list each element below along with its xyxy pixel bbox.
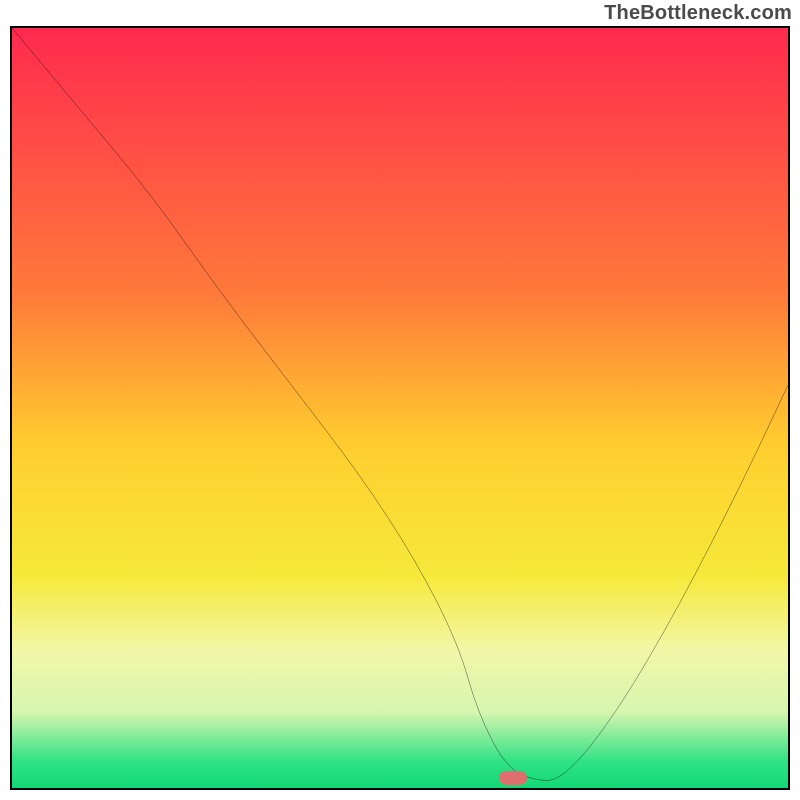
curve-layer: [12, 28, 788, 788]
bottleneck-chart: TheBottleneck.com: [0, 0, 800, 800]
optimal-point-marker: [499, 770, 527, 784]
watermark-text: TheBottleneck.com: [604, 2, 792, 25]
plot-area: [10, 26, 790, 790]
bottleneck-curve: [12, 28, 788, 780]
